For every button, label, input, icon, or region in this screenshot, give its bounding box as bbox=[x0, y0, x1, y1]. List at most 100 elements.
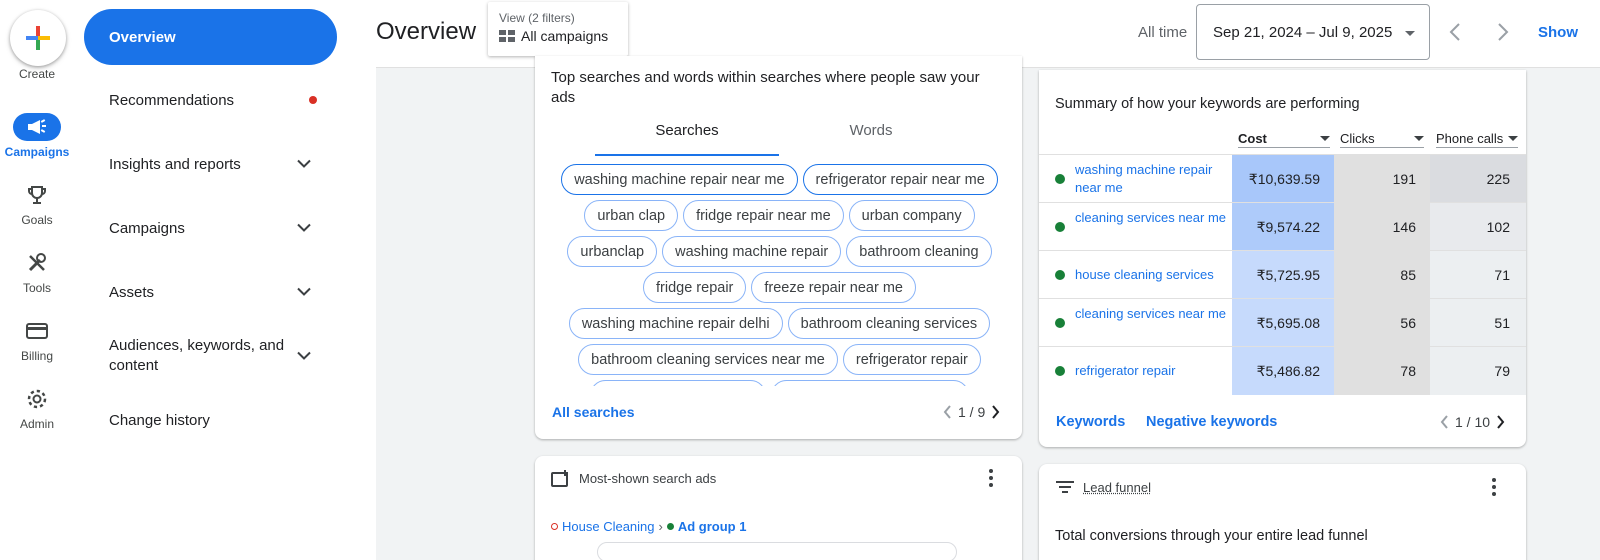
rail-item-billing[interactable]: Billing bbox=[0, 317, 74, 377]
clicks-cell: 191 bbox=[1334, 155, 1430, 203]
tab-words[interactable]: Words bbox=[779, 122, 963, 156]
card-title: Summary of how your keywords are perform… bbox=[1055, 96, 1360, 112]
table-row: refrigerator repair ₹5,486.82 78 79 bbox=[1039, 346, 1526, 395]
search-chip[interactable]: bathroom cleaning bbox=[846, 236, 992, 267]
column-label: Phone calls bbox=[1436, 131, 1504, 146]
column-header-cost[interactable]: Cost bbox=[1238, 130, 1330, 148]
cost-cell: ₹10,639.59 bbox=[1232, 155, 1334, 203]
sort-caret-icon bbox=[1508, 136, 1518, 141]
cost-cell: ₹5,695.08 bbox=[1232, 299, 1334, 347]
filter-icon bbox=[1056, 481, 1074, 493]
nav-item-insights[interactable]: Insights and reports bbox=[84, 136, 337, 192]
keyword-link[interactable]: house cleaning services bbox=[1075, 266, 1233, 284]
grid-icon bbox=[499, 30, 515, 42]
all-searches-link[interactable]: All searches bbox=[552, 404, 635, 420]
clicks-cell: 56 bbox=[1334, 299, 1430, 347]
credit-card-icon bbox=[13, 317, 61, 345]
searches-pager: 1 / 9 bbox=[943, 404, 1000, 420]
search-chip[interactable]: urban company bbox=[848, 200, 975, 231]
search-chip[interactable]: urban clap bbox=[584, 200, 679, 231]
search-chip[interactable]: urbanclap bbox=[567, 236, 658, 267]
nav-item-recommendations[interactable]: Recommendations bbox=[84, 72, 337, 128]
chevron-right-icon[interactable] bbox=[1496, 415, 1505, 429]
campaign-link[interactable]: House Cleaning bbox=[562, 519, 655, 534]
ad-group-link[interactable]: Ad group 1 bbox=[678, 519, 747, 534]
search-chip[interactable]: refrigerator repair bbox=[842, 344, 981, 375]
chevron-left-icon[interactable] bbox=[943, 405, 952, 419]
rail-label: Billing bbox=[20, 349, 53, 363]
rail-item-goals[interactable]: Goals bbox=[0, 181, 74, 241]
keyword-link[interactable]: refrigerator repair bbox=[1075, 362, 1233, 380]
nav-item-label: Change history bbox=[109, 411, 210, 429]
search-chip[interactable]: fridge repair near me bbox=[683, 200, 844, 231]
page-indicator: 1 / 9 bbox=[958, 404, 986, 420]
most-shown-ads-card: Most-shown search ads House Cleaning › A… bbox=[535, 456, 1022, 560]
chevron-down-icon bbox=[297, 351, 311, 360]
nav-item-assets[interactable]: Assets bbox=[84, 264, 337, 320]
lead-funnel-card: Lead funnel Total conversions through yo… bbox=[1039, 464, 1526, 560]
table-row: washing machine repair near me ₹10,639.5… bbox=[1039, 154, 1526, 203]
phone-calls-cell: 102 bbox=[1430, 203, 1526, 251]
column-header-clicks[interactable]: Clicks bbox=[1340, 130, 1424, 148]
search-chip-partial[interactable] bbox=[590, 380, 766, 386]
search-chip[interactable]: bathroom cleaning services near me bbox=[578, 344, 838, 375]
plus-icon bbox=[26, 26, 50, 50]
tab-searches[interactable]: Searches bbox=[595, 122, 779, 156]
keyword-link[interactable]: cleaning services near me bbox=[1075, 305, 1233, 323]
search-chip[interactable]: freeze repair near me bbox=[751, 272, 916, 303]
nav-item-audiences[interactable]: Audiences, keywords, and content bbox=[84, 328, 337, 384]
status-enabled-dot bbox=[1055, 318, 1065, 328]
show-button[interactable]: Show bbox=[1538, 24, 1578, 41]
nav-item-change-history[interactable]: Change history bbox=[84, 392, 337, 448]
create-button[interactable] bbox=[10, 10, 66, 66]
keywords-link[interactable]: Keywords bbox=[1056, 414, 1125, 430]
phone-calls-cell: 225 bbox=[1430, 155, 1526, 203]
negative-keywords-link[interactable]: Negative keywords bbox=[1146, 414, 1277, 430]
rail-label: Campaigns bbox=[4, 145, 70, 159]
nav-item-label: Overview bbox=[109, 28, 176, 46]
cost-cell: ₹5,486.82 bbox=[1232, 347, 1334, 395]
nav-item-overview[interactable]: Overview bbox=[84, 9, 337, 65]
chevron-left-icon[interactable] bbox=[1440, 415, 1449, 429]
column-header-phone-calls[interactable]: Phone calls bbox=[1436, 130, 1518, 148]
rail-label: Tools bbox=[22, 281, 51, 295]
create-label: Create bbox=[18, 67, 56, 81]
ad-preview-icon bbox=[551, 470, 568, 487]
tools-icon bbox=[13, 249, 61, 277]
rail-item-admin[interactable]: Admin bbox=[0, 385, 74, 445]
card-title[interactable]: Lead funnel bbox=[1083, 480, 1151, 495]
view-filter-count: View (2 filters) bbox=[499, 11, 575, 25]
column-label: Cost bbox=[1238, 131, 1267, 146]
search-chip[interactable]: washing machine repair bbox=[662, 236, 842, 267]
nav-item-campaigns[interactable]: Campaigns bbox=[84, 200, 337, 256]
rail-item-tools[interactable]: Tools bbox=[0, 249, 74, 309]
search-chips: washing machine repair near me refrigera… bbox=[557, 164, 1002, 386]
date-range-picker[interactable]: Sep 21, 2024 – Jul 9, 2025 bbox=[1196, 4, 1430, 60]
nav-item-label: Recommendations bbox=[109, 91, 235, 109]
left-rail: Create Campaigns Goals Tools Billing Adm… bbox=[0, 0, 74, 560]
chevron-left-icon[interactable] bbox=[1448, 20, 1462, 44]
more-options-icon[interactable] bbox=[979, 466, 1003, 490]
keyword-link[interactable]: washing machine repair near me bbox=[1075, 161, 1233, 197]
keyword-link[interactable]: cleaning services near me bbox=[1075, 209, 1233, 227]
view-selector[interactable]: View (2 filters) All campaigns bbox=[488, 2, 628, 56]
page-title: Overview bbox=[376, 18, 477, 45]
search-chip[interactable]: washing machine repair near me bbox=[561, 164, 798, 195]
phone-calls-cell: 71 bbox=[1430, 251, 1526, 299]
nav-item-label: Assets bbox=[109, 283, 155, 301]
search-chip[interactable]: refrigerator repair near me bbox=[802, 164, 998, 195]
top-searches-card: Top searches and words within searches w… bbox=[535, 56, 1022, 439]
breadcrumb-separator-icon: › bbox=[658, 519, 663, 534]
chevron-right-icon[interactable] bbox=[991, 405, 1000, 419]
ad-preview-frame bbox=[597, 542, 957, 560]
chevron-right-icon[interactable] bbox=[1496, 20, 1510, 44]
search-chip[interactable]: washing machine repair delhi bbox=[568, 308, 783, 339]
search-chip[interactable]: bathroom cleaning services bbox=[787, 308, 991, 339]
rail-label: Goals bbox=[21, 213, 53, 227]
more-options-icon[interactable] bbox=[1482, 475, 1506, 499]
ad-breadcrumb: House Cleaning › Ad group 1 bbox=[551, 519, 746, 534]
search-chip-partial[interactable] bbox=[771, 380, 969, 386]
status-enabled-dot bbox=[1055, 222, 1065, 232]
rail-item-campaigns[interactable]: Campaigns bbox=[0, 113, 74, 173]
search-chip[interactable]: fridge repair bbox=[643, 272, 747, 303]
